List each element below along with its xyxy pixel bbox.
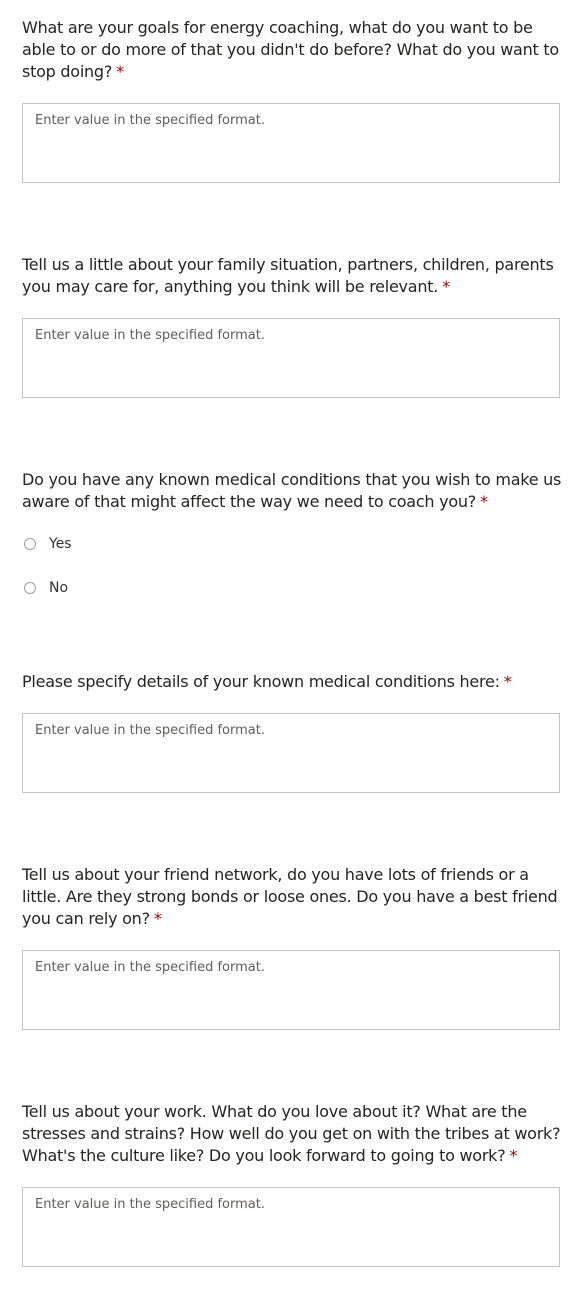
family-answer-box[interactable] bbox=[22, 318, 560, 398]
question-work-text: Tell us about your work. What do you lov… bbox=[22, 1102, 561, 1165]
radio-option-yes-label: Yes bbox=[49, 536, 72, 552]
goals-answer-input[interactable] bbox=[23, 104, 559, 182]
medical-details-answer-box[interactable] bbox=[22, 713, 560, 793]
radio-option-no-label: No bbox=[49, 580, 69, 596]
question-goals-text: What are your goals for energy coaching,… bbox=[22, 18, 559, 81]
radio-option-no[interactable]: No bbox=[24, 578, 68, 598]
family-answer-input[interactable] bbox=[23, 319, 559, 397]
medical-details-answer-input[interactable] bbox=[23, 714, 559, 792]
required-marker: * bbox=[153, 909, 162, 928]
radio-option-yes[interactable]: Yes bbox=[24, 534, 72, 554]
work-answer-input[interactable] bbox=[23, 1188, 559, 1266]
question-family-text: Tell us a little about your family situa… bbox=[22, 255, 554, 296]
work-answer-box[interactable] bbox=[22, 1187, 560, 1267]
question-friends: Tell us about your friend network, do yo… bbox=[22, 864, 562, 930]
friends-answer-box[interactable] bbox=[22, 950, 560, 1030]
question-work: Tell us about your work. What do you lov… bbox=[22, 1101, 562, 1167]
question-friends-text: Tell us about your friend network, do yo… bbox=[22, 865, 558, 928]
required-marker: * bbox=[509, 1146, 518, 1165]
radio-circle-icon[interactable] bbox=[24, 538, 36, 550]
required-marker: * bbox=[503, 672, 512, 691]
question-goals: What are your goals for energy coaching,… bbox=[22, 17, 562, 83]
question-medical-details: Please specify details of your known med… bbox=[22, 671, 562, 693]
question-medical: Do you have any known medical conditions… bbox=[22, 469, 562, 513]
required-marker: * bbox=[442, 277, 450, 296]
friends-answer-input[interactable] bbox=[23, 951, 559, 1029]
question-family: Tell us a little about your family situa… bbox=[22, 254, 562, 298]
required-marker: * bbox=[480, 492, 488, 511]
question-medical-details-text: Please specify details of your known med… bbox=[22, 672, 500, 691]
required-marker: * bbox=[116, 62, 124, 81]
radio-circle-icon[interactable] bbox=[24, 582, 36, 594]
goals-answer-box[interactable] bbox=[22, 103, 560, 183]
